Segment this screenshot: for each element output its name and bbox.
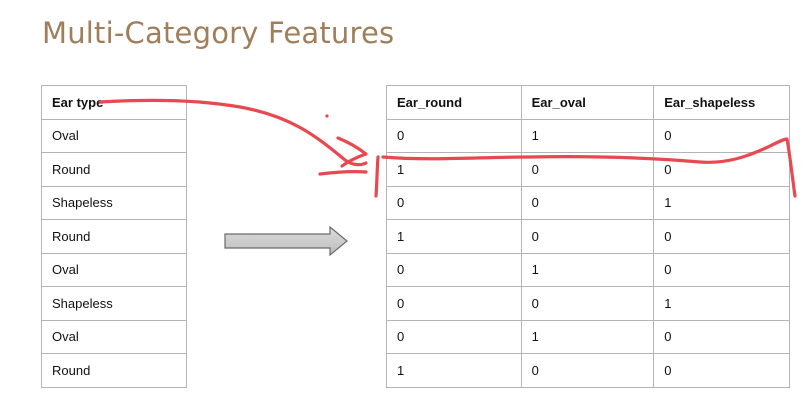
ear-type-cell: Round (41, 152, 187, 187)
annotation-stroke (318, 170, 368, 176)
table-cell: 0 (520, 353, 655, 388)
table-header-row: Ear_round Ear_oval Ear_shapeless (386, 85, 790, 120)
table-row: 1 0 0 (386, 353, 790, 388)
table-row: Shapeless (41, 185, 187, 220)
table-row: Round (41, 152, 187, 187)
ear-type-cell: Oval (41, 252, 187, 287)
table-row: 0 1 0 (386, 252, 790, 287)
table-cell: 1 (653, 286, 790, 321)
table-cell: 1 (653, 185, 790, 220)
table-cell: 1 (520, 252, 655, 287)
table-cell: 0 (386, 286, 522, 321)
slide-title: Multi-Category Features (42, 16, 395, 50)
table-cell: 0 (653, 152, 790, 187)
table-row: Shapeless (41, 286, 187, 321)
annotation-dot (325, 114, 329, 118)
table-row: 1 0 0 (386, 152, 790, 187)
table-row: Oval (41, 118, 187, 153)
table-cell: 0 (386, 319, 522, 354)
table-cell: 0 (653, 353, 790, 388)
table-cell: 0 (520, 219, 655, 254)
ear-type-cell: Shapeless (41, 286, 187, 321)
table-row: Round (41, 219, 187, 254)
table-row: 0 1 0 (386, 118, 790, 153)
table-cell: 0 (520, 185, 655, 220)
ear-type-cell: Shapeless (41, 185, 187, 220)
table-row: Round (41, 353, 187, 388)
ear-type-cell: Oval (41, 118, 187, 153)
annotation-stroke (374, 155, 380, 198)
table-cell: 1 (386, 219, 522, 254)
table-row: 0 0 1 (386, 286, 790, 321)
table-cell: 0 (386, 185, 522, 220)
ear-type-cell: Round (41, 219, 187, 254)
table-cell: 1 (520, 118, 655, 153)
table-cell: 1 (520, 319, 655, 354)
ear-type-cell: Oval (41, 319, 187, 354)
table-cell: 0 (386, 252, 522, 287)
table-cell: 0 (653, 252, 790, 287)
table-cell: 1 (386, 152, 522, 187)
table-cell: 0 (520, 286, 655, 321)
table-row: Oval (41, 319, 187, 354)
table-row: Oval (41, 252, 187, 287)
table-row: 0 0 1 (386, 185, 790, 220)
table-cell: 0 (653, 219, 790, 254)
ear-round-header: Ear_round (386, 85, 522, 120)
table-row: 0 1 0 (386, 319, 790, 354)
table-header-row: Ear type (41, 85, 187, 120)
ear-type-table: Ear type Oval Round Shapeless Round Oval… (41, 85, 187, 388)
annotation-stroke (336, 136, 368, 168)
ear-type-header: Ear type (41, 85, 187, 120)
table-cell: 0 (653, 319, 790, 354)
table-cell: 0 (653, 118, 790, 153)
ear-oval-header: Ear_oval (520, 85, 655, 120)
table-cell: 0 (386, 118, 522, 153)
right-arrow-icon (224, 226, 348, 256)
ear-shapeless-header: Ear_shapeless (653, 85, 790, 120)
table-cell: 1 (386, 353, 522, 388)
ear-type-cell: Round (41, 353, 187, 388)
table-cell: 0 (520, 152, 655, 187)
one-hot-table: Ear_round Ear_oval Ear_shapeless 0 1 0 1… (386, 85, 790, 388)
table-row: 1 0 0 (386, 219, 790, 254)
